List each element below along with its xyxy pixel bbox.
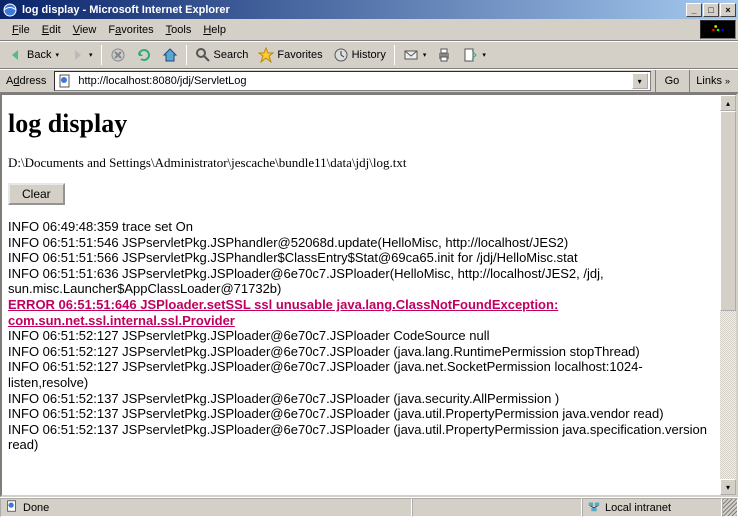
- links-button[interactable]: Links »: [689, 70, 736, 92]
- scroll-track[interactable]: [720, 111, 736, 479]
- address-input[interactable]: [76, 74, 628, 88]
- menu-file[interactable]: File: [6, 22, 36, 38]
- favorites-label: Favorites: [277, 49, 322, 61]
- toolbar: Back ▾ ▾ Search Favorites History ▾ ▾: [0, 41, 738, 69]
- page-icon: [57, 73, 73, 89]
- mail-button[interactable]: ▾: [399, 44, 431, 66]
- window-title: log display - Microsoft Internet Explore…: [22, 4, 686, 16]
- status-text: Done: [23, 502, 49, 514]
- go-label: Go: [665, 75, 680, 87]
- menu-favorites[interactable]: Favorites: [102, 22, 159, 38]
- log-error-line: ERROR 06:51:51:646 JSPloader.setSSL ssl …: [8, 297, 714, 328]
- clear-button[interactable]: Clear: [8, 183, 65, 205]
- menu-bar: File Edit View Favorites Tools Help: [0, 19, 738, 41]
- log-line: INFO 06:51:52:127 JSPservletPkg.JSPloade…: [8, 344, 714, 360]
- mail-icon: [403, 47, 419, 63]
- scroll-up-arrow[interactable]: ▴: [720, 95, 736, 111]
- log-file-path: D:\Documents and Settings\Administrator\…: [8, 155, 714, 171]
- log-line: INFO 06:51:52:137 JSPservletPkg.JSPloade…: [8, 406, 714, 422]
- print-icon: [436, 47, 452, 63]
- address-bar: Address ▾ Go Links »: [0, 69, 738, 93]
- page-content: log display D:\Documents and Settings\Ad…: [2, 95, 720, 495]
- address-dropdown-arrow[interactable]: ▾: [632, 73, 648, 89]
- search-button[interactable]: Search: [191, 44, 253, 66]
- maximize-button[interactable]: □: [703, 3, 719, 17]
- intranet-icon: [587, 499, 601, 516]
- refresh-button[interactable]: [132, 44, 156, 66]
- favorites-icon: [258, 47, 274, 63]
- log-line: INFO 06:51:51:566 JSPservletPkg.JSPhandl…: [8, 250, 714, 266]
- address-label: Address: [2, 75, 50, 87]
- edit-icon: [462, 47, 478, 63]
- edit-button[interactable]: ▾: [458, 44, 490, 66]
- vertical-scrollbar[interactable]: ▴ ▾: [720, 95, 736, 495]
- dropdown-arrow-icon: ▾: [423, 51, 427, 59]
- back-button[interactable]: Back ▾: [4, 44, 63, 66]
- history-label: History: [352, 49, 386, 61]
- forward-button[interactable]: ▾: [65, 44, 97, 66]
- log-line: INFO 06:51:52:127 JSPservletPkg.JSPloade…: [8, 328, 714, 344]
- minimize-button[interactable]: _: [686, 3, 702, 17]
- stop-button[interactable]: [106, 44, 130, 66]
- ie-throbber: [700, 20, 736, 39]
- scroll-down-arrow[interactable]: ▾: [720, 479, 736, 495]
- log-lines: INFO 06:49:48:359 trace set OnINFO 06:51…: [8, 219, 714, 453]
- menu-edit[interactable]: Edit: [36, 22, 67, 38]
- search-label: Search: [214, 49, 249, 61]
- page-heading: log display: [8, 109, 714, 139]
- status-left-panel: Done: [0, 498, 412, 517]
- content-pane: log display D:\Documents and Settings\Ad…: [0, 93, 738, 497]
- status-bar: Done Local intranet: [0, 497, 738, 517]
- refresh-icon: [136, 47, 152, 63]
- menu-help[interactable]: Help: [197, 22, 232, 38]
- resize-grip[interactable]: [722, 498, 738, 517]
- dropdown-arrow-icon: ▾: [89, 51, 93, 59]
- forward-icon: [69, 47, 85, 63]
- go-button[interactable]: Go: [655, 70, 686, 92]
- chevron-right-icon: »: [725, 76, 730, 86]
- history-button[interactable]: History: [329, 44, 390, 66]
- stop-icon: [110, 47, 126, 63]
- back-icon: [8, 47, 24, 63]
- ie-app-icon: [2, 2, 18, 18]
- status-zone-panel: Local intranet: [582, 498, 722, 517]
- menu-view[interactable]: View: [67, 22, 103, 38]
- links-label: Links: [696, 75, 722, 87]
- log-line: INFO 06:51:51:546 JSPservletPkg.JSPhandl…: [8, 235, 714, 251]
- status-zone: Local intranet: [605, 502, 671, 514]
- home-button[interactable]: [158, 44, 182, 66]
- toolbar-separator: [101, 45, 102, 65]
- dropdown-arrow-icon: ▾: [55, 51, 59, 59]
- log-line: INFO 06:51:52:137 JSPservletPkg.JSPloade…: [8, 391, 714, 407]
- log-line: INFO 06:51:52:127 JSPservletPkg.JSPloade…: [8, 359, 714, 390]
- status-mid-panel: [412, 498, 582, 517]
- page-icon: [5, 499, 19, 516]
- address-field[interactable]: ▾: [54, 71, 650, 91]
- dropdown-arrow-icon: ▾: [482, 51, 486, 59]
- back-label: Back: [27, 49, 51, 61]
- log-line: INFO 06:51:51:636 JSPservletPkg.JSPloade…: [8, 266, 714, 297]
- search-icon: [195, 47, 211, 63]
- favorites-button[interactable]: Favorites: [254, 44, 326, 66]
- window-titlebar: log display - Microsoft Internet Explore…: [0, 0, 738, 19]
- close-button[interactable]: ×: [720, 3, 736, 17]
- toolbar-separator: [186, 45, 187, 65]
- log-line: INFO 06:51:52:137 JSPservletPkg.JSPloade…: [8, 422, 714, 453]
- print-button[interactable]: [432, 44, 456, 66]
- toolbar-separator: [394, 45, 395, 65]
- log-line: INFO 06:49:48:359 trace set On: [8, 219, 714, 235]
- home-icon: [162, 47, 178, 63]
- menu-tools[interactable]: Tools: [160, 22, 198, 38]
- scroll-thumb[interactable]: [720, 111, 736, 311]
- history-icon: [333, 47, 349, 63]
